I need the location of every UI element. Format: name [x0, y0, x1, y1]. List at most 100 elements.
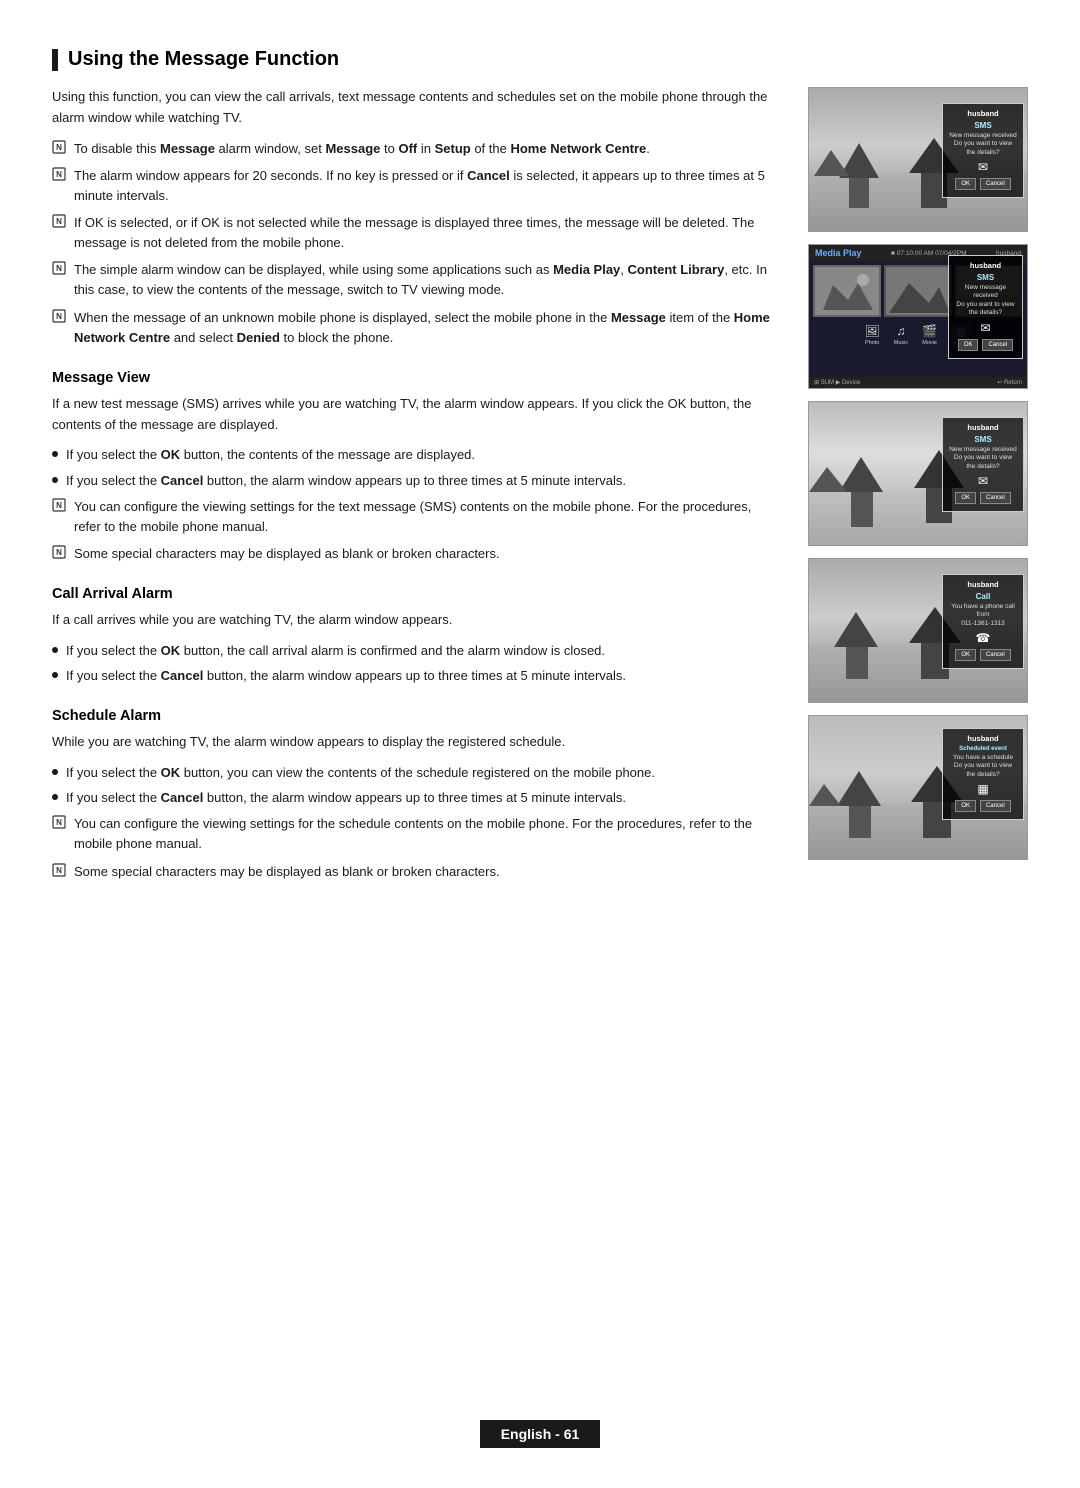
list-item: If you select the Cancel button, the ala… — [52, 788, 780, 808]
list-item: If you select the OK button, you can vie… — [52, 763, 780, 783]
note-text-3: If OK is selected, or if OK is not selec… — [74, 213, 780, 253]
content-wrapper: Using this function, you can view the ca… — [52, 87, 1028, 889]
popup-cancel-media[interactable]: Cancel — [982, 339, 1013, 351]
popup-msg-5: You have a scheduleDo you want to viewth… — [948, 754, 1018, 779]
popup-ok-5[interactable]: OK — [955, 800, 976, 812]
page-number-box: English - 61 — [480, 1420, 600, 1448]
bullet-dot — [52, 451, 58, 457]
note-icon-3: N — [52, 214, 68, 230]
subsection-title-call-alarm: Call Arrival Alarm — [52, 586, 780, 602]
page-footer: English - 61 — [0, 1420, 1080, 1448]
note-icon-2: N — [52, 167, 68, 183]
title-bar-decoration — [52, 49, 58, 71]
popup-icon-1: ✉ — [948, 160, 1018, 174]
svg-text:N: N — [56, 217, 62, 226]
popup-icon-media: ✉ — [954, 321, 1017, 335]
call-alarm-bullets: If you select the OK button, the call ar… — [52, 641, 780, 686]
bullet-text: If you select the OK button, you can vie… — [66, 763, 655, 783]
page-title: Using the Message Function — [68, 48, 339, 71]
note-text-2: The alarm window appears for 20 seconds.… — [74, 166, 780, 206]
screenshot-call-alarm: husband Call You have a phone callfrom01… — [808, 558, 1028, 703]
popup-type-1: SMS — [948, 121, 1018, 130]
media-play-label: Media Play — [815, 248, 862, 258]
note-icon-mv2: N — [52, 545, 68, 561]
popup-buttons-5: OK Cancel — [948, 800, 1018, 812]
tv-screen-5: husband Scheduled event You have a sched… — [809, 716, 1028, 860]
sms-popup-3: husband SMS New message receivedDo you w… — [942, 417, 1024, 512]
svg-text:N: N — [56, 143, 62, 152]
popup-buttons-4: OK Cancel — [948, 649, 1018, 661]
popup-msg-4: You have a phone callfrom011-1361-1313 — [948, 603, 1018, 628]
popup-cancel-3[interactable]: Cancel — [980, 492, 1011, 504]
media-bottom-right: ↩ Return — [997, 379, 1022, 386]
media-icon-photo: 🖼 Photo — [865, 324, 880, 350]
note-text-5: When the message of an unknown mobile ph… — [74, 308, 780, 348]
tv-screen-4: husband Call You have a phone callfrom01… — [809, 559, 1028, 703]
note-icon-sa2: N — [52, 863, 68, 879]
bullet-dot — [52, 647, 58, 653]
note-text-sa2: Some special characters may be displayed… — [74, 862, 780, 882]
popup-icon-5: ▦ — [948, 782, 1018, 796]
popup-cancel-1[interactable]: Cancel — [980, 178, 1011, 190]
bullet-text: If you select the Cancel button, the ala… — [66, 788, 626, 808]
message-view-note-2: N Some special characters may be display… — [52, 544, 780, 564]
popup-buttons-1: OK Cancel — [948, 178, 1018, 190]
list-item: If you select the Cancel button, the ala… — [52, 471, 780, 491]
note-icon-1: N — [52, 140, 68, 156]
media-thumb-1 — [813, 265, 881, 317]
bullet-dot — [52, 672, 58, 678]
sms-popup-1: husband SMS New message receivedDo you w… — [942, 103, 1024, 198]
popup-buttons-media: OK Cancel — [954, 339, 1017, 351]
popup-icon-4: ☎ — [948, 631, 1018, 645]
popup-cancel-4[interactable]: Cancel — [980, 649, 1011, 661]
popup-ok-3[interactable]: OK — [955, 492, 976, 504]
schedule-alarm-intro: While you are watching TV, the alarm win… — [52, 732, 780, 753]
svg-text:N: N — [56, 818, 62, 827]
screenshot-media-play: Media Play ■ 07:10:00 AM 07/04/2PM husba… — [808, 244, 1028, 389]
svg-text:N: N — [56, 548, 62, 557]
popup-header-1: husband — [948, 109, 1018, 118]
popup-ok-4[interactable]: OK — [955, 649, 976, 661]
photo-label: Photo — [865, 340, 879, 346]
popup-header-3: husband — [948, 423, 1018, 432]
music-label: Music — [894, 340, 908, 346]
bullet-dot — [52, 769, 58, 775]
note-item-5: N When the message of an unknown mobile … — [52, 308, 780, 348]
sms-popup-media: husband SMS New message receivedDo you w… — [948, 255, 1023, 359]
svg-text:N: N — [56, 501, 62, 510]
intro-paragraph: Using this function, you can view the ca… — [52, 87, 780, 129]
note-item-1: N To disable this Message alarm window, … — [52, 139, 780, 159]
note-item-2: N The alarm window appears for 20 second… — [52, 166, 780, 206]
note-text-sa1: You can configure the viewing settings f… — [74, 814, 780, 854]
schedule-alarm-note-1: N You can configure the viewing settings… — [52, 814, 780, 854]
popup-ok-media[interactable]: OK — [958, 339, 979, 351]
bullet-text: If you select the OK button, the content… — [66, 445, 475, 465]
call-alarm-intro: If a call arrives while you are watching… — [52, 610, 780, 631]
popup-header-5: husband — [948, 734, 1018, 743]
page-container: Using the Message Function Using this fu… — [0, 0, 1080, 1488]
note-text-mv1: You can configure the viewing settings f… — [74, 497, 780, 537]
media-thumb-2 — [884, 265, 952, 317]
popup-cancel-5[interactable]: Cancel — [980, 800, 1011, 812]
popup-type-3: SMS — [948, 435, 1018, 444]
list-item: If you select the OK button, the content… — [52, 445, 780, 465]
subsection-title-message-view: Message View — [52, 370, 780, 386]
bullet-dot — [52, 477, 58, 483]
note-text-4: The simple alarm window can be displayed… — [74, 260, 780, 300]
svg-text:N: N — [56, 170, 62, 179]
popup-type-5: Scheduled event — [948, 746, 1018, 752]
note-icon-mv1: N — [52, 498, 68, 514]
popup-msg-3: New message receivedDo you want to viewt… — [948, 446, 1018, 471]
svg-text:N: N — [56, 312, 62, 321]
note-icon-sa1: N — [52, 815, 68, 831]
note-item-3: N If OK is selected, or if OK is not sel… — [52, 213, 780, 253]
note-item-4: N The simple alarm window can be display… — [52, 260, 780, 300]
media-icon-music: ♫ Music — [894, 324, 908, 350]
media-play-screen: Media Play ■ 07:10:00 AM 07/04/2PM husba… — [809, 245, 1027, 388]
popup-ok-1[interactable]: OK — [955, 178, 976, 190]
call-popup-4: husband Call You have a phone callfrom01… — [942, 574, 1024, 669]
popup-type-4: Call — [948, 592, 1018, 601]
schedule-popup-5: husband Scheduled event You have a sched… — [942, 728, 1024, 820]
popup-type-media: SMS — [954, 273, 1017, 282]
media-bottom-left: ⊞ SUM ▶ Device — [814, 379, 860, 386]
